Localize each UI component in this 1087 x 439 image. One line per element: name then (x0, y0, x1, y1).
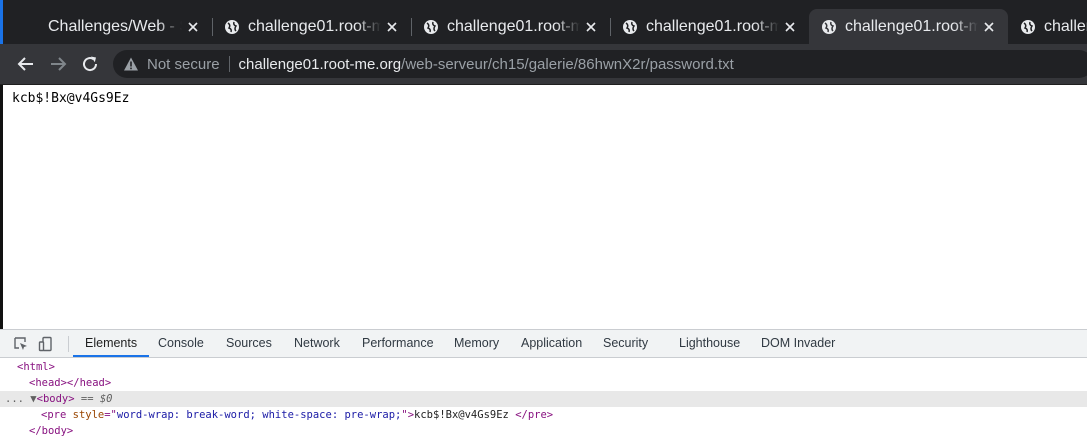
window-edge-accent (0, 0, 3, 44)
inspect-element-icon[interactable] (13, 336, 29, 352)
browser-tab-strip: Challenges/Web - Server challenge01.root… (0, 0, 1087, 44)
dom-node-html[interactable]: <html> (0, 359, 1087, 375)
tab-title: Challenges/Web - Server (48, 17, 182, 35)
devtools-tab-security[interactable]: Security (603, 330, 648, 357)
address-separator (228, 56, 230, 72)
globe-icon (424, 19, 438, 34)
page-viewport: kcb$!Bx@v4Gs9Ez (0, 85, 1087, 329)
security-status-label[interactable]: Not secure (147, 56, 220, 73)
devtools-tab-memory[interactable]: Memory (454, 330, 499, 357)
window-left-border (0, 85, 3, 329)
close-icon[interactable] (584, 20, 598, 34)
tab-title: challenge01.root-me.org/web-serveur (447, 17, 580, 35)
dom-node-body-selected[interactable]: ... ▼<body> == $0 (0, 391, 1087, 407)
device-toolbar-icon[interactable] (38, 336, 54, 352)
devtools-tab-sources[interactable]: Sources (226, 330, 272, 357)
devtools-tab-bar: Elements Console Sources Network Perform… (0, 330, 1087, 358)
globe-icon (225, 19, 239, 34)
close-icon[interactable] (982, 20, 996, 34)
browser-toolbar: Not secure challenge01.root-me.org /web-… (0, 44, 1087, 85)
tab-title: challenge01.root-me.org/web-serveur (646, 17, 779, 35)
browser-tab-1[interactable]: Challenges/Web - Server (14, 9, 213, 44)
devtools-tab-performance[interactable]: Performance (362, 330, 434, 357)
close-icon[interactable] (783, 20, 797, 34)
browser-tab-3[interactable]: challenge01.root-me.org/web-serveur (411, 9, 611, 44)
dom-node-head[interactable]: <head></head> (0, 375, 1087, 391)
close-icon[interactable] (186, 20, 200, 34)
dom-node-body-close[interactable]: </body> (0, 423, 1087, 439)
globe-icon (1021, 19, 1035, 34)
devtools-tab-dom-invader[interactable]: DOM Invader (761, 330, 835, 357)
globe-icon (623, 19, 637, 34)
close-icon[interactable] (385, 20, 399, 34)
tab-title: challenge01.root-me.org/web-serveur (845, 17, 978, 35)
devtools-tab-console[interactable]: Console (158, 330, 204, 357)
devtools-tab-elements[interactable]: Elements (73, 330, 150, 357)
devtools-panel: Elements Console Sources Network Perform… (0, 329, 1087, 437)
tab-title: challenge01.root-me.org/web-serveur (1044, 17, 1087, 35)
browser-tab-5-active[interactable]: challenge01.root-me.org/web-serveur (809, 9, 1008, 44)
devtools-tab-lighthouse[interactable]: Lighthouse (679, 330, 740, 357)
page-text-content: kcb$!Bx@v4Gs9Ez (12, 91, 130, 106)
node-actions-ellipsis[interactable]: ... (5, 393, 24, 405)
devtools-tab-network[interactable]: Network (294, 330, 340, 357)
globe-icon (822, 19, 836, 34)
devtools-divider (68, 336, 69, 352)
browser-tab-6[interactable]: challenge01.root-me.org/web-serveur (1008, 9, 1087, 44)
back-arrow-icon[interactable] (16, 54, 36, 74)
dom-node-pre[interactable]: <pre style="word-wrap: break-word; white… (0, 407, 1087, 423)
devtools-tab-application[interactable]: Application (521, 330, 582, 357)
warning-triangle-icon[interactable] (123, 56, 139, 72)
browser-tab-2[interactable]: challenge01.root-me.org/web-serveur (212, 9, 412, 44)
url-host: challenge01.root-me.org (238, 55, 402, 73)
browser-tab-4[interactable]: challenge01.root-me.org/web-serveur (610, 9, 809, 44)
reload-icon[interactable] (80, 54, 100, 74)
address-bar[interactable]: Not secure challenge01.root-me.org /web-… (113, 50, 1087, 78)
tab-title: challenge01.root-me.org/web-serveur (248, 17, 381, 35)
url-path: /web-serveur/ch15/galerie/86hwnX2r/passw… (401, 55, 734, 73)
forward-arrow-icon[interactable] (48, 54, 68, 74)
selected-node-marker: == $0 (80, 393, 113, 405)
